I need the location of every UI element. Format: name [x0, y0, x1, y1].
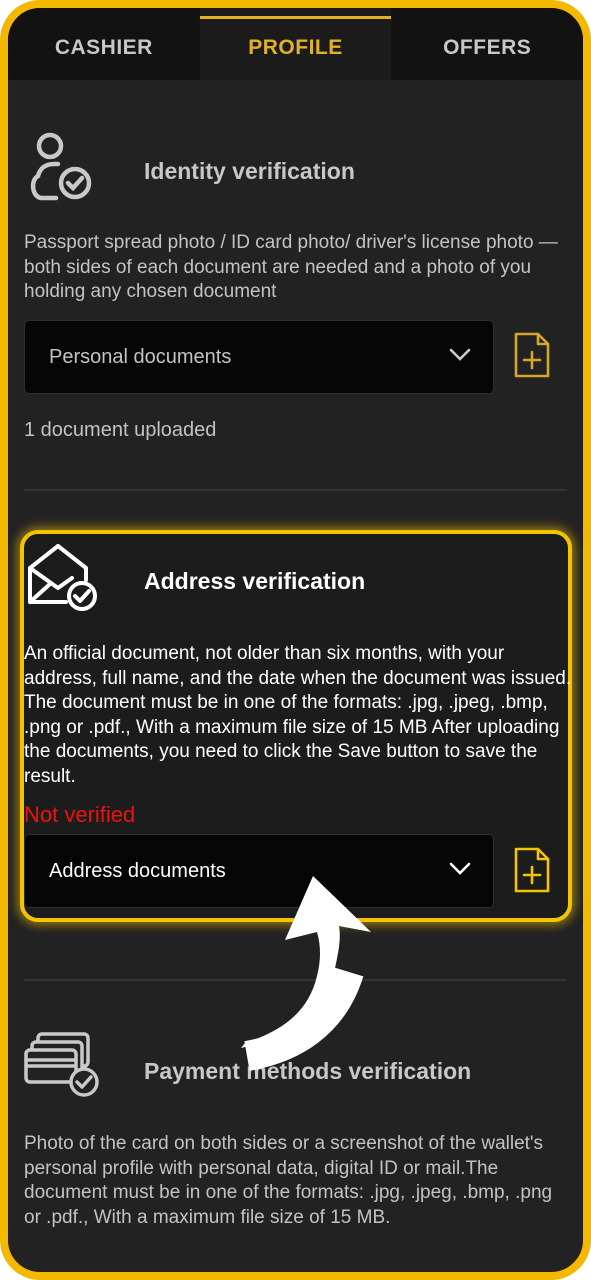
tab-offers[interactable]: OFFERS: [391, 8, 583, 80]
curved-arrow-pointer: [241, 876, 371, 1071]
personal-documents-select[interactable]: Personal documents: [24, 320, 494, 394]
file-plus-icon[interactable]: [512, 845, 552, 895]
address-title: Address verification: [144, 568, 366, 594]
verification-status: Not verified: [24, 802, 136, 827]
cards-check-icon: [24, 1032, 99, 1097]
tab-profile[interactable]: PROFILE: [199, 8, 392, 80]
select-value: Address documents: [49, 859, 226, 882]
address-description: An official document, not older than six…: [24, 643, 572, 787]
envelope-check-icon: [28, 544, 97, 611]
identity-description: Passport spread photo / ID card photo/ d…: [24, 232, 558, 302]
app-frame: CASHIER PROFILE OFFERS Identity verifica…: [0, 0, 591, 1280]
user-check-icon: [30, 132, 92, 201]
select-value: Personal documents: [49, 345, 232, 368]
uploaded-count: 1 document uploaded: [24, 419, 217, 441]
divider: [24, 489, 567, 491]
payment-description: Photo of the card on both sides or a scr…: [24, 1133, 553, 1228]
tab-bar: CASHIER PROFILE OFFERS: [8, 8, 583, 80]
tab-cashier[interactable]: CASHIER: [8, 8, 200, 80]
file-plus-icon[interactable]: [512, 330, 552, 380]
identity-title: Identity verification: [144, 158, 355, 184]
chevron-down-icon: [449, 862, 471, 875]
chevron-down-icon: [449, 348, 471, 361]
